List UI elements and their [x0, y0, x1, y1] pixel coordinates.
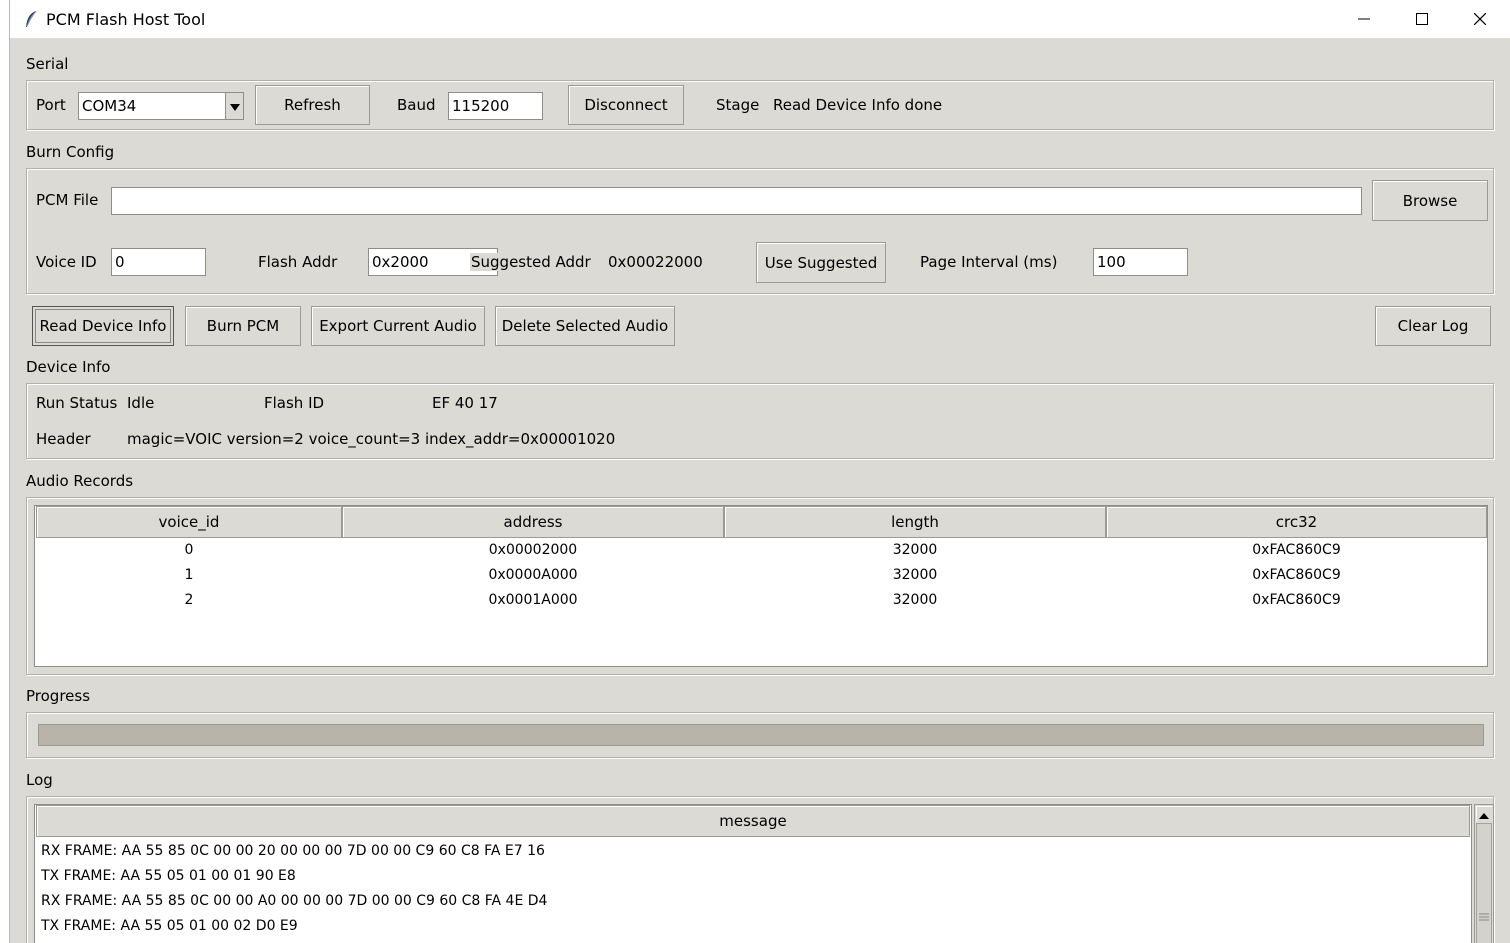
- delete-selected-audio-button[interactable]: Delete Selected Audio: [495, 306, 675, 346]
- device-info-section-label: Device Info: [26, 358, 111, 376]
- flash-id-value: EF 40 17: [432, 394, 498, 412]
- cell-address: 0x0000A000: [488, 567, 578, 583]
- baud-input[interactable]: [448, 92, 543, 120]
- voice-id-label: Voice ID: [36, 253, 97, 271]
- audio-records-table[interactable]: voice_id address length crc32 0 0x000020…: [34, 505, 1488, 667]
- page-interval-label: Page Interval (ms): [920, 253, 1058, 271]
- suggested-addr-value: 0x00022000: [608, 253, 703, 271]
- cell-length: 32000: [892, 592, 938, 608]
- table-row[interactable]: 1 0x0000A000 32000 0xFAC860C9: [35, 567, 1487, 591]
- app-window: PCM Flash Host Tool Serial Port COM34 Re…: [9, 0, 1510, 943]
- browse-button[interactable]: Browse: [1372, 180, 1488, 221]
- flash-id-label: Flash ID: [264, 394, 325, 412]
- cell-crc32: 0xFAC860C9: [1252, 542, 1341, 558]
- cell-address: 0x0001A000: [488, 592, 578, 608]
- column-header-address[interactable]: address: [342, 506, 724, 538]
- port-label: Port: [36, 96, 66, 114]
- cell-voice-id: 1: [184, 567, 194, 583]
- column-header-crc32[interactable]: crc32: [1106, 506, 1487, 538]
- column-header-voice-id[interactable]: voice_id: [36, 506, 342, 538]
- port-value: COM34: [82, 97, 137, 115]
- close-button[interactable]: [1451, 0, 1509, 38]
- page-interval-input[interactable]: [1093, 248, 1188, 276]
- export-current-audio-button[interactable]: Export Current Audio: [311, 306, 485, 346]
- window-title: PCM Flash Host Tool: [46, 10, 206, 29]
- serial-section-label: Serial: [26, 55, 69, 73]
- cell-crc32: 0xFAC860C9: [1252, 567, 1341, 583]
- column-header-length[interactable]: length: [724, 506, 1106, 538]
- scroll-thumb[interactable]: [1476, 823, 1492, 943]
- stage-label: Stage: [716, 96, 760, 114]
- log-scrollbar[interactable]: [1474, 804, 1494, 943]
- audio-records-section-label: Audio Records: [26, 472, 134, 490]
- cell-length: 32000: [892, 542, 938, 558]
- log-section-label: Log: [26, 771, 53, 789]
- maximize-button[interactable]: [1393, 0, 1451, 38]
- title-bar: PCM Flash Host Tool: [10, 0, 1510, 38]
- pcm-file-label: PCM File: [36, 191, 99, 209]
- triangle-up-icon: [1479, 805, 1489, 823]
- cell-length: 32000: [892, 567, 938, 583]
- feather-icon: [24, 10, 38, 28]
- triangle-down-icon: [229, 94, 240, 118]
- minimize-button[interactable]: [1335, 0, 1393, 38]
- header-value: magic=VOIC version=2 voice_count=3 index…: [127, 430, 616, 448]
- disconnect-button[interactable]: Disconnect: [568, 85, 684, 125]
- log-line: TX FRAME: AA 55 05 01 00 02 D0 E9: [41, 918, 298, 934]
- column-header-message[interactable]: message: [36, 805, 1470, 837]
- cell-voice-id: 0: [184, 542, 194, 558]
- progress-bar: [38, 724, 1484, 746]
- grip-icon: [1479, 913, 1489, 921]
- progress-section-label: Progress: [26, 687, 91, 705]
- scroll-up-button[interactable]: [1476, 806, 1492, 822]
- refresh-button[interactable]: Refresh: [255, 85, 370, 125]
- read-device-info-button[interactable]: Read Device Info: [32, 306, 174, 346]
- clear-log-button[interactable]: Clear Log: [1375, 306, 1491, 346]
- log-line: TX FRAME: AA 55 05 01 00 01 90 E8: [41, 868, 296, 884]
- log-table[interactable]: message RX FRAME: AA 55 85 0C 00 00 20 0…: [34, 804, 1472, 943]
- burn-pcm-button[interactable]: Burn PCM: [185, 306, 301, 346]
- serial-group: [26, 80, 1494, 130]
- port-dropdown-button[interactable]: [225, 93, 243, 119]
- baud-label: Baud: [397, 96, 436, 114]
- log-line: RX FRAME: AA 55 85 0C 00 00 20 00 00 00 …: [41, 843, 545, 859]
- run-status-label: Run Status: [36, 394, 118, 412]
- cell-address: 0x00002000: [488, 542, 578, 558]
- burn-config-section-label: Burn Config: [26, 143, 115, 161]
- log-line: RX FRAME: AA 55 85 0C 00 00 A0 00 00 00 …: [41, 893, 548, 909]
- table-row[interactable]: 0 0x00002000 32000 0xFAC860C9: [35, 542, 1487, 566]
- table-row[interactable]: 2 0x0001A000 32000 0xFAC860C9: [35, 592, 1487, 616]
- cell-crc32: 0xFAC860C9: [1252, 592, 1341, 608]
- cell-voice-id: 2: [184, 592, 194, 608]
- suggested-addr-label: Suggested Addr: [470, 253, 591, 271]
- voice-id-input[interactable]: [111, 248, 206, 276]
- run-status-value: Idle: [127, 394, 155, 412]
- use-suggested-button[interactable]: Use Suggested: [756, 242, 886, 283]
- pcm-file-input[interactable]: [111, 187, 1362, 215]
- stage-value: Read Device Info done: [773, 96, 943, 114]
- header-label: Header: [36, 430, 91, 448]
- flash-addr-label: Flash Addr: [258, 253, 338, 271]
- port-combobox[interactable]: COM34: [78, 92, 244, 120]
